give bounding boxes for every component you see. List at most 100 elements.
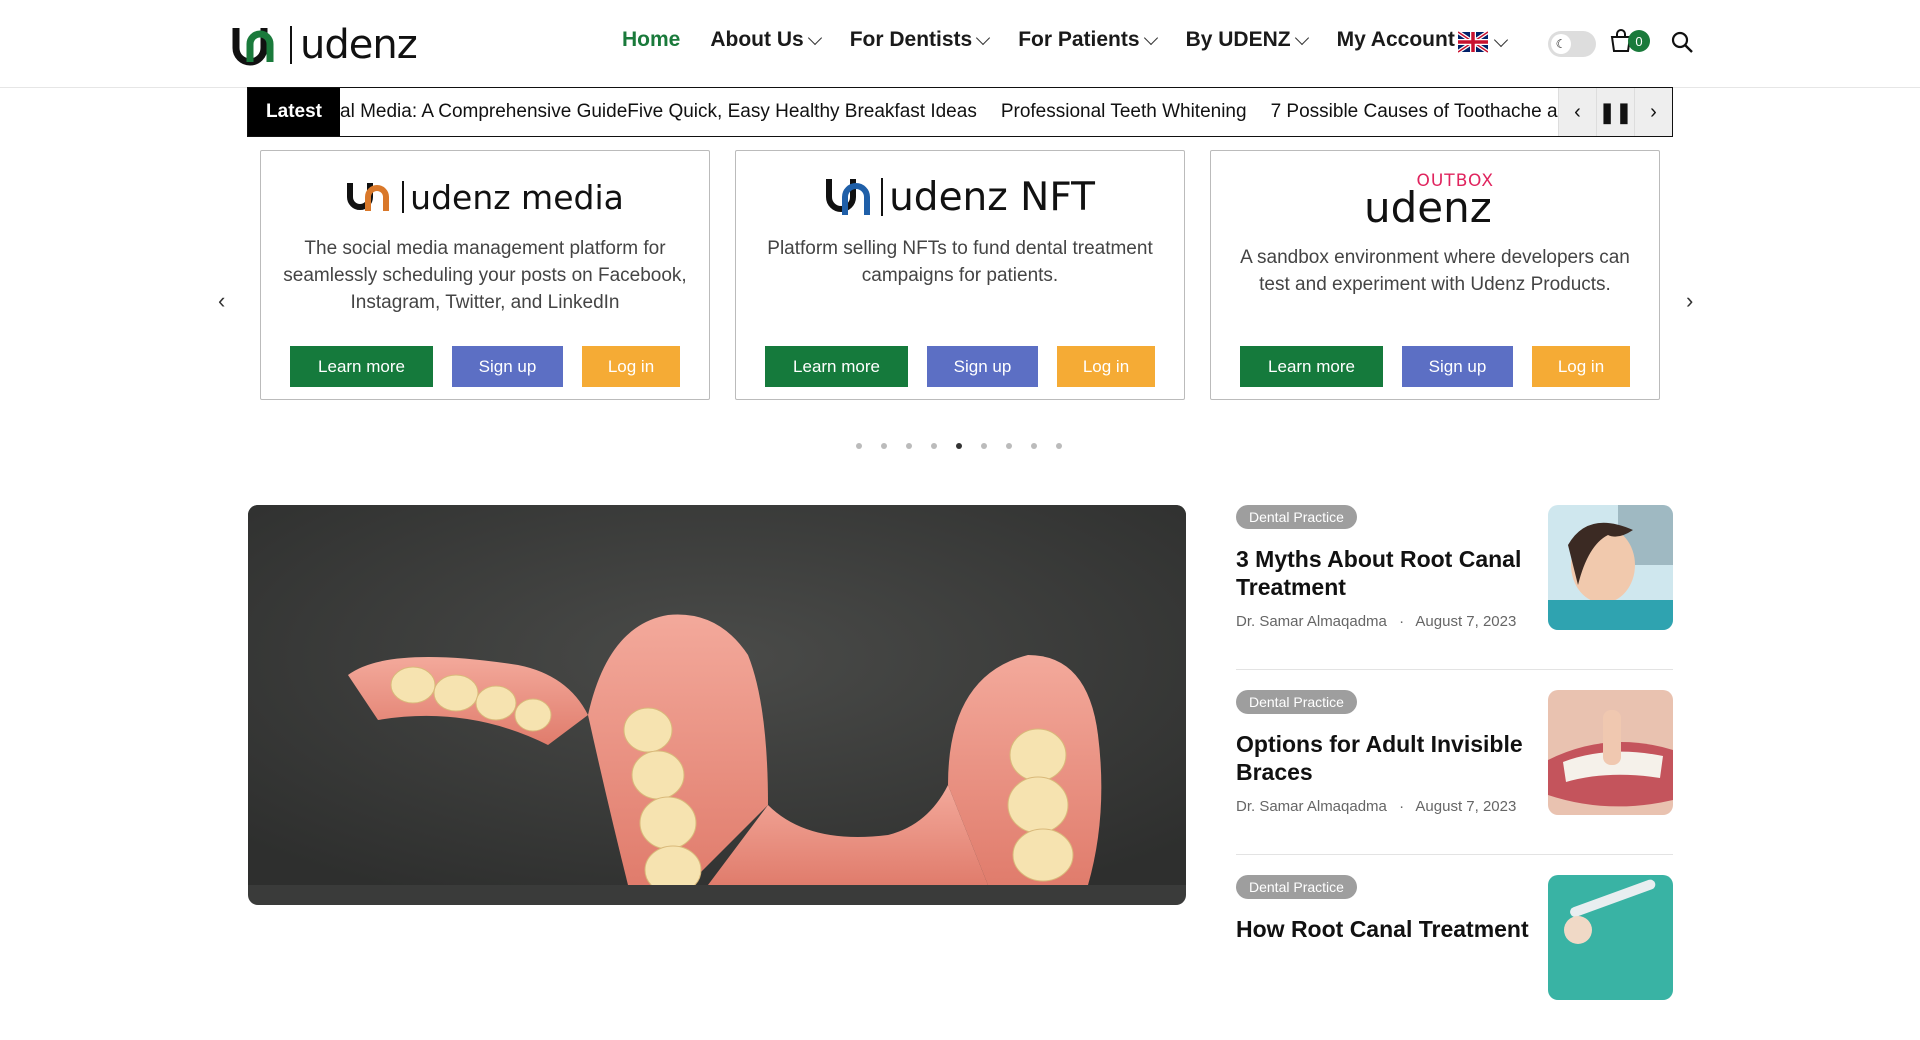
category-badge[interactable]: Dental Practice bbox=[1236, 875, 1357, 899]
cart-button[interactable]: 0 bbox=[1610, 29, 1654, 53]
logo-divider bbox=[881, 178, 884, 216]
post-thumbnail[interactable] bbox=[1548, 505, 1673, 630]
udenz-outbox-logo: OUTBOX udenz bbox=[1211, 167, 1659, 232]
site-logo[interactable]: udenz bbox=[232, 22, 418, 68]
learn-more-button[interactable]: Learn more bbox=[290, 346, 433, 387]
nav-for-patients-label: For Patients bbox=[1018, 28, 1140, 51]
post-thumbnail[interactable] bbox=[1548, 875, 1673, 1000]
ticker-prev-button[interactable]: ‹ bbox=[1558, 88, 1596, 136]
carousel-dot[interactable] bbox=[1056, 443, 1062, 449]
chevron-left-icon: ‹ bbox=[1574, 100, 1581, 123]
logo-text: udenz bbox=[1364, 183, 1492, 232]
uk-flag-icon bbox=[1458, 31, 1488, 53]
logo-divider bbox=[402, 181, 405, 213]
post-card[interactable]: Dental Practice How Root Canal Treatment bbox=[1236, 875, 1673, 1040]
dark-mode-toggle[interactable]: ☾ bbox=[1548, 31, 1596, 57]
product-actions: Learn more Sign up Log in bbox=[1211, 346, 1659, 387]
sign-up-button[interactable]: Sign up bbox=[927, 346, 1038, 387]
ticker-item[interactable]: Five Quick, Easy Healthy Breakfast Ideas bbox=[627, 101, 977, 123]
dental-tool-photo bbox=[1548, 875, 1673, 1000]
category-badge[interactable]: Dental Practice bbox=[1236, 690, 1357, 714]
moon-icon: ☾ bbox=[1551, 34, 1571, 54]
chevron-down-icon bbox=[1294, 30, 1309, 45]
product-description: The social media management platform for… bbox=[283, 238, 687, 313]
nav-by-udenz-label: By UDENZ bbox=[1185, 28, 1291, 51]
logo-text: udenz bbox=[300, 22, 418, 68]
nav-for-dentists[interactable]: For Dentists bbox=[849, 28, 991, 52]
carousel-dot[interactable] bbox=[981, 443, 987, 449]
nav-my-account[interactable]: My Account bbox=[1337, 28, 1455, 52]
post-author[interactable]: Dr. Samar Almaqadma bbox=[1236, 613, 1387, 630]
search-button[interactable] bbox=[1670, 30, 1694, 59]
chevron-left-icon: ‹ bbox=[218, 288, 226, 313]
carousel-dot[interactable] bbox=[906, 443, 912, 449]
product-card-nft: udenz NFT Platform selling NFTs to fund … bbox=[735, 150, 1185, 400]
nav-about-us[interactable]: About Us bbox=[710, 28, 822, 52]
udenz-media-mark-icon bbox=[347, 183, 390, 211]
language-selector[interactable] bbox=[1458, 31, 1509, 53]
post-card[interactable]: Dental Practice Options for Adult Invisi… bbox=[1236, 690, 1673, 855]
ticker-item[interactable]: al Media: A Comprehensive Guide bbox=[340, 101, 627, 123]
latest-news-ticker: Latest al Media: A Comprehensive Guide F… bbox=[247, 87, 1673, 137]
nav-for-patients[interactable]: For Patients bbox=[1018, 28, 1158, 52]
post-author[interactable]: Dr. Samar Almaqadma bbox=[1236, 798, 1387, 815]
featured-post-image[interactable] bbox=[248, 505, 1186, 905]
udenz-media-logo: udenz media bbox=[261, 167, 709, 227]
post-title[interactable]: Options for Adult Invisible Braces bbox=[1236, 730, 1536, 786]
product-carousel: udenz media The social media management … bbox=[260, 150, 1660, 400]
ticker-pause-button[interactable]: ❚❚ bbox=[1596, 88, 1634, 136]
carousel-dot[interactable] bbox=[931, 443, 937, 449]
post-meta: Dr. Samar Almaqadma · August 7, 2023 bbox=[1236, 798, 1516, 815]
carousel-prev-button[interactable]: ‹ bbox=[218, 288, 225, 314]
log-in-button[interactable]: Log in bbox=[582, 346, 680, 387]
learn-more-button[interactable]: Learn more bbox=[765, 346, 908, 387]
ticker-track: al Media: A Comprehensive Guide Five Qui… bbox=[340, 88, 1619, 136]
sign-up-button[interactable]: Sign up bbox=[452, 346, 563, 387]
carousel-dot[interactable] bbox=[1006, 443, 1012, 449]
post-card[interactable]: Dental Practice 3 Myths About Root Canal… bbox=[1236, 505, 1673, 670]
nav-for-dentists-label: For Dentists bbox=[849, 28, 973, 51]
product-actions: Learn more Sign up Log in bbox=[736, 346, 1184, 387]
main-nav: Home About Us For Dentists For Patients … bbox=[622, 28, 1485, 52]
sign-up-button[interactable]: Sign up bbox=[1402, 346, 1513, 387]
nav-home-label: Home bbox=[622, 28, 681, 51]
carousel-next-button[interactable]: › bbox=[1686, 288, 1693, 314]
ticker-label: Latest bbox=[248, 88, 340, 136]
carousel-dot[interactable] bbox=[881, 443, 887, 449]
ticker-item[interactable]: Professional Teeth Whitening bbox=[1001, 101, 1247, 123]
logo-text: udenz NFT bbox=[889, 174, 1095, 220]
log-in-button[interactable]: Log in bbox=[1057, 346, 1155, 387]
udenz-nft-mark-icon bbox=[826, 179, 871, 215]
chevron-down-icon bbox=[1493, 32, 1509, 47]
nav-home[interactable]: Home bbox=[622, 28, 680, 52]
carousel-dot[interactable] bbox=[856, 443, 862, 449]
chevron-right-icon: › bbox=[1650, 100, 1657, 123]
chevron-down-icon bbox=[976, 30, 991, 45]
recent-posts-list: Dental Practice 3 Myths About Root Canal… bbox=[1236, 505, 1673, 1040]
post-title[interactable]: 3 Myths About Root Canal Treatment bbox=[1236, 545, 1536, 601]
ticker-item[interactable]: 7 Possible Causes of Toothache and T bbox=[1271, 101, 1596, 123]
cart-count-badge: 0 bbox=[1628, 30, 1650, 52]
post-thumbnail[interactable] bbox=[1548, 690, 1673, 815]
category-badge[interactable]: Dental Practice bbox=[1236, 505, 1357, 529]
learn-more-button[interactable]: Learn more bbox=[1240, 346, 1383, 387]
carousel-pagination bbox=[856, 443, 1062, 449]
nav-by-udenz[interactable]: By UDENZ bbox=[1185, 28, 1309, 52]
log-in-button[interactable]: Log in bbox=[1532, 346, 1630, 387]
braces-photo bbox=[1548, 690, 1673, 815]
carousel-dot[interactable] bbox=[1031, 443, 1037, 449]
logo-text: udenz media bbox=[410, 177, 624, 217]
denture-photo bbox=[248, 505, 1186, 895]
pause-icon: ❚❚ bbox=[1598, 101, 1633, 124]
product-actions: Learn more Sign up Log in bbox=[261, 346, 709, 387]
carousel-dot-active[interactable] bbox=[956, 443, 962, 449]
meta-separator: · bbox=[1399, 613, 1405, 630]
patient-photo bbox=[1548, 505, 1673, 630]
nav-about-us-label: About Us bbox=[710, 28, 804, 51]
logo-divider bbox=[290, 26, 292, 64]
ticker-controls: ‹ ❚❚ › bbox=[1558, 88, 1672, 136]
udenz-nft-logo: udenz NFT bbox=[736, 167, 1184, 227]
udenz-logo-mark-icon bbox=[232, 28, 274, 66]
post-title[interactable]: How Root Canal Treatment bbox=[1236, 915, 1536, 943]
ticker-next-button[interactable]: › bbox=[1634, 88, 1672, 136]
